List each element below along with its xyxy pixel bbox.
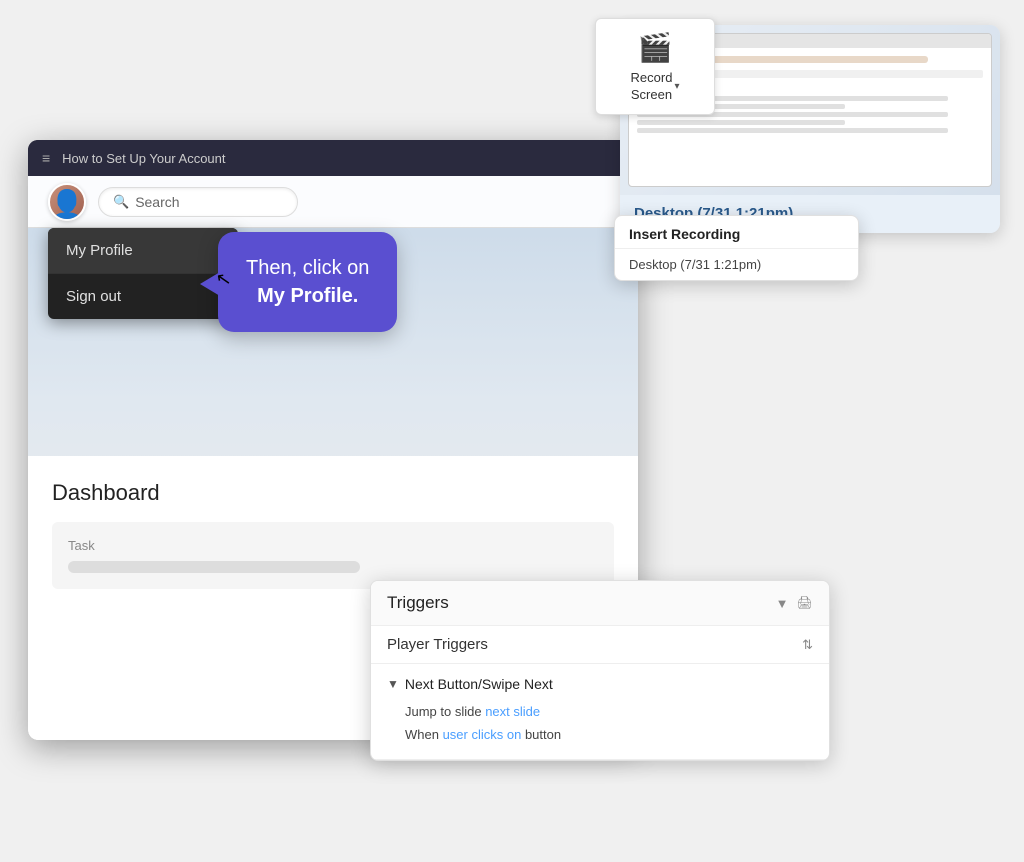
callout-bubble: Then, click on My Profile. [218,232,397,332]
browser-title: How to Set Up Your Account [62,151,225,166]
search-icon: 🔍 [113,194,129,210]
insert-recording-dropdown[interactable]: Insert Recording Desktop (7/31 1:21pm) [614,215,859,281]
trigger-collapse-icon[interactable]: ▼ [387,677,399,691]
search-placeholder: Search [135,194,179,210]
dashboard-title: Dashboard [52,480,614,506]
trigger-item-title: Next Button/Swipe Next [405,676,553,692]
trigger-action-2: When user clicks on button [387,723,813,746]
record-screen-button[interactable]: 🎬 Record Screen ▾ [595,18,715,115]
player-triggers-expand-icon[interactable]: ⇅ [802,637,813,653]
player-triggers-row: Player Triggers ⇅ [371,626,829,664]
triggers-title: Triggers [387,593,449,613]
trigger-item: ▼ Next Button/Swipe Next Jump to slide n… [371,664,829,760]
search-bar[interactable]: 🔍 Search [98,187,298,217]
triggers-icon-group: ▼ 🖨 [776,595,813,611]
avatar-image: 👤 [50,191,85,219]
task-progress-bar [68,561,360,573]
task-label: Task [68,538,598,553]
triggers-print-icon[interactable]: 🖨 [796,595,813,611]
my-profile-item[interactable]: My Profile [48,228,238,274]
triggers-filter-icon[interactable]: ▼ [776,596,789,611]
record-screen-label: Record Screen ▾ [631,70,680,104]
insert-recording-item[interactable]: Desktop (7/31 1:21pm) [615,249,858,280]
app-header: 👤 🔍 Search [28,176,638,228]
task-section: Task [52,522,614,589]
record-screen-icon: 🎬 [638,31,673,64]
trigger-action-1: Jump to slide next slide [387,700,813,723]
triggers-panel: Triggers ▼ 🖨 Player Triggers ⇅ ▼ Next Bu… [370,580,830,761]
player-triggers-label: Player Triggers [387,636,488,653]
browser-titlebar: ≡ How to Set Up Your Account [28,140,638,176]
callout-text: Then, click on My Profile. [246,254,369,310]
insert-recording-header: Insert Recording [615,216,858,249]
trigger-item-header: ▼ Next Button/Swipe Next [387,676,813,692]
browser-menu-icon: ≡ [42,150,50,166]
triggers-header: Triggers ▼ 🖨 [371,581,829,626]
avatar[interactable]: 👤 [48,183,86,221]
